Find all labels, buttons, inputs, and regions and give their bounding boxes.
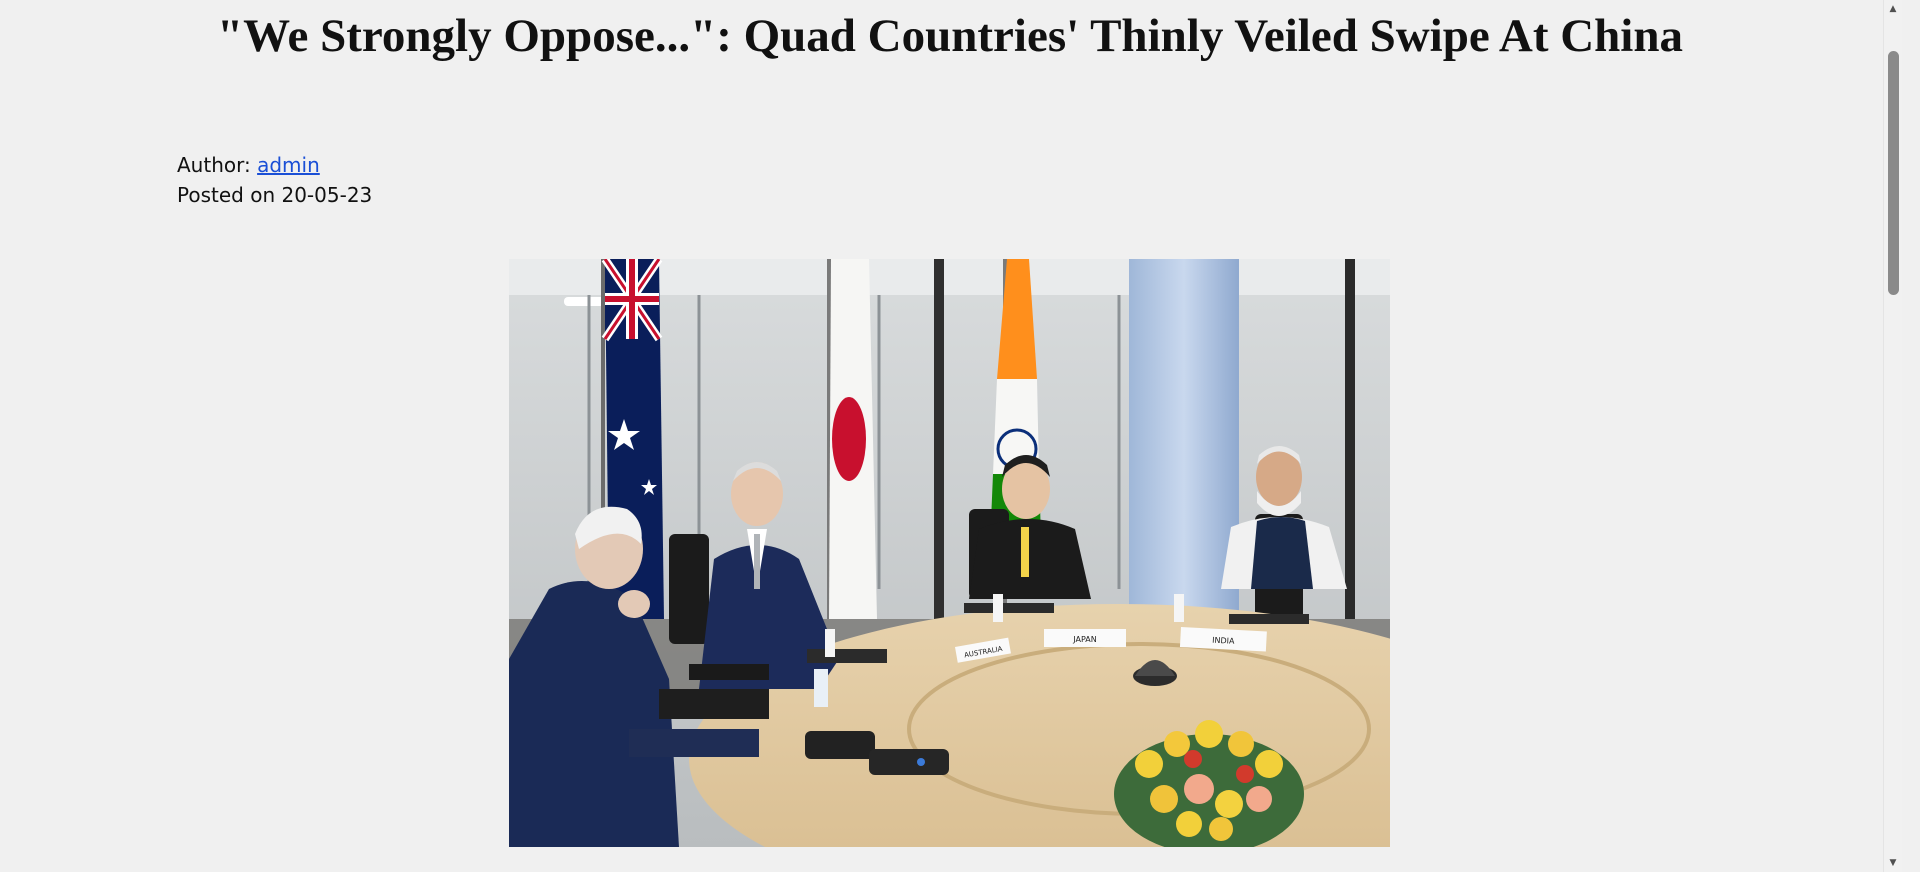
- author-label: Author:: [177, 153, 251, 177]
- article-page: "We Strongly Oppose...": Quad Countries'…: [0, 0, 1902, 872]
- article-hero-image: AUSTRALIA JAPAN INDIA: [509, 259, 1390, 847]
- article-meta: Author: admin Posted on 20-05-23: [177, 150, 372, 210]
- table-speaker: [869, 749, 949, 775]
- author-line: Author: admin: [177, 150, 372, 180]
- posted-label: Posted on: [177, 183, 276, 207]
- page-scrollbar[interactable]: ▲ ▼: [1883, 0, 1902, 872]
- dark-post: [1345, 259, 1355, 619]
- posted-line: Posted on 20-05-23: [177, 180, 372, 210]
- author-link[interactable]: admin: [257, 153, 320, 177]
- scroll-thumb[interactable]: [1888, 51, 1899, 295]
- posted-date: 20-05-23: [281, 183, 373, 207]
- chevron-up-icon[interactable]: ▲: [1884, 0, 1902, 18]
- article-title: "We Strongly Oppose...": Quad Countries'…: [217, 10, 1683, 62]
- quad-meeting-photo: AUSTRALIA JAPAN INDIA: [509, 259, 1390, 847]
- chevron-down-icon[interactable]: ▼: [1884, 854, 1902, 872]
- name-plate-japan: JAPAN: [1072, 635, 1096, 644]
- name-plate-india: INDIA: [1212, 636, 1235, 646]
- dark-post: [934, 259, 944, 619]
- japanese-flag: [827, 259, 877, 619]
- blue-pillar: [1129, 259, 1239, 619]
